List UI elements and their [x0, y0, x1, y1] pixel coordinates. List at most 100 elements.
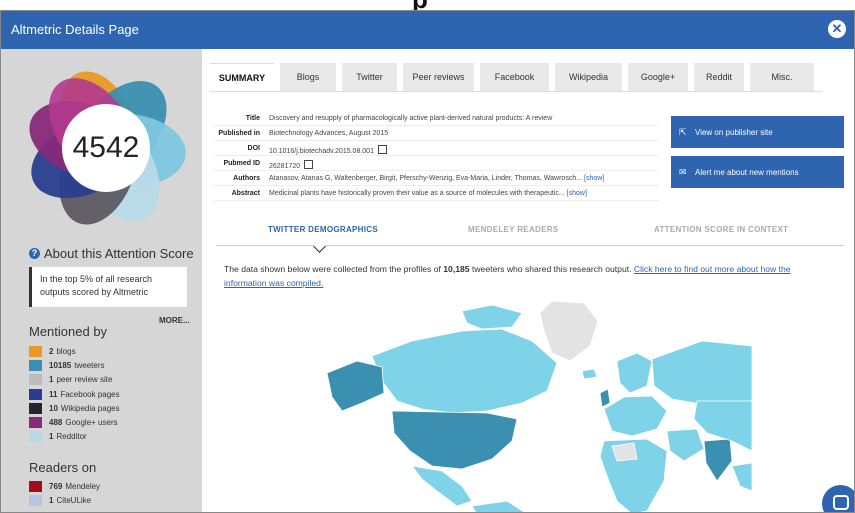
map-region-southeast-asia — [731, 462, 752, 492]
abstract-show-link[interactable]: [show] — [567, 190, 587, 197]
sidebar: 4542 ? About this Attention Score In the… — [1, 49, 202, 512]
meta-row-authors: Authors Atanasov, Atanas G, Waltenberger… — [214, 173, 659, 186]
legend-swatch — [29, 495, 42, 507]
authors-show-link[interactable]: [show] — [584, 175, 604, 182]
map-region-russia — [651, 340, 752, 407]
legend-item[interactable]: 1 Redditor — [29, 431, 87, 443]
map-region-iceland — [581, 368, 598, 380]
alert-mentions-label: Alert me about new mentions — [695, 167, 799, 177]
legend-item[interactable]: 2 blogs — [29, 346, 76, 357]
map-region-south-america — [471, 500, 525, 512]
map-region-usa — [391, 410, 518, 470]
doi-text[interactable]: 10.1016/j.biotechadv.2015.08.001 — [269, 148, 374, 155]
close-icon: ✕ — [831, 21, 843, 36]
desc-prefix: The data shown below were collected from… — [224, 264, 444, 274]
more-link[interactable]: MORE... — [159, 316, 190, 325]
legend-swatch — [29, 431, 42, 443]
tab-google[interactable]: Google+ — [628, 63, 688, 91]
legend-swatch — [29, 388, 42, 400]
meta-row-title: Title Discovery and resupply of pharmaco… — [214, 113, 659, 126]
desc-count: 10,185 — [443, 264, 470, 274]
pubmed-value[interactable]: 26281720 — [269, 160, 314, 170]
external-link-icon[interactable] — [377, 145, 387, 154]
legend-count: 11 — [49, 389, 58, 399]
external-link-icon[interactable] — [304, 160, 314, 169]
legend-count: 769 — [49, 482, 63, 491]
legend-swatch — [29, 481, 42, 492]
meta-row-abstract: Abstract Medicinal plants have historica… — [214, 188, 659, 201]
legend-label: Mendeley — [65, 482, 101, 491]
map-region-scandinavia — [616, 352, 653, 394]
subtab-attention-score-in-context[interactable]: ATTENTION SCORE IN CONTEXT — [654, 225, 788, 234]
mentioned-by-heading: Mentioned by — [29, 324, 108, 339]
readers-on-heading: Readers on — [29, 460, 97, 475]
map-region-uk — [599, 388, 611, 408]
tab-peer-reviews[interactable]: Peer reviews — [403, 63, 474, 91]
legend-swatch — [29, 346, 42, 357]
map-region-north-africa-none — [611, 442, 638, 462]
authors-value: Atanasov, Atanas G, Waltenberger, Birgit… — [269, 175, 604, 182]
abstract-text: Medicinal plants have historically prove… — [269, 190, 565, 197]
world-map — [326, 301, 752, 512]
legend-item[interactable]: 1 CiteULike — [29, 495, 91, 507]
legend-item[interactable]: 1 peer review site — [29, 374, 112, 386]
legend-item[interactable]: 10185 tweeters — [29, 360, 105, 372]
meta-row-published: Published in Biotechnology Advances, Aug… — [214, 128, 659, 141]
legend-label: tweeters — [74, 361, 105, 371]
tab-blogs[interactable]: Blogs — [280, 63, 336, 91]
legend-count: 1 — [49, 375, 54, 385]
legend-item[interactable]: 769 Mendeley — [29, 481, 100, 492]
alert-mentions-button[interactable]: ✉ Alert me about new mentions — [671, 156, 844, 188]
abstract-value: Medicinal plants have historically prove… — [269, 190, 587, 197]
map-region-europe — [603, 395, 668, 437]
tab-twitter[interactable]: Twitter — [342, 63, 397, 91]
question-icon: ? — [29, 248, 40, 259]
legend-swatch — [29, 374, 42, 386]
authors-text: Atanasov, Atanas G, Waltenberger, Birgit… — [269, 175, 583, 182]
about-score-label: About this Attention Score — [44, 246, 194, 261]
doi-value[interactable]: 10.1016/j.biotechadv.2015.08.001 — [269, 145, 387, 155]
legend-label: Facebook pages — [60, 389, 120, 399]
view-publisher-button[interactable]: ⇱ View on publisher site — [671, 116, 844, 148]
about-score-link[interactable]: ? About this Attention Score — [29, 246, 194, 261]
tab-wikipedia[interactable]: Wikipedia — [555, 63, 622, 91]
map-region-mexico — [411, 465, 473, 507]
map-region-canada — [371, 328, 558, 414]
article-title: Discovery and resupply of pharmacologica… — [269, 115, 553, 122]
article-meta: Title Discovery and resupply of pharmaco… — [214, 113, 659, 203]
subtab-divider — [216, 245, 844, 246]
legend-swatch — [29, 360, 42, 372]
legend-item[interactable]: 11 Facebook pages — [29, 388, 120, 400]
tab-bar: SUMMARY Blogs Twitter Peer reviews Facebook W… — [210, 63, 830, 92]
map-region-middle-east — [666, 428, 705, 462]
pubmed-text[interactable]: 26281720 — [269, 163, 300, 170]
tab-facebook[interactable]: Facebook — [480, 63, 549, 91]
legend-count: 10185 — [49, 361, 72, 371]
tab-divider — [210, 91, 822, 92]
legend-item[interactable]: 10 Wikipedia pages — [29, 402, 120, 414]
sub-tab-bar: TWITTER DEMOGRAPHICS MENDELEY READERS ATTE… — [216, 225, 846, 247]
meta-key: Abstract — [231, 190, 260, 197]
close-button[interactable]: ✕ — [828, 20, 846, 38]
desc-suffix: tweeters who shared this research output… — [469, 264, 634, 274]
main-panel: SUMMARY Blogs Twitter Peer reviews Facebook W… — [202, 49, 854, 512]
chat-button[interactable] — [822, 485, 854, 512]
chat-icon — [833, 495, 849, 510]
legend-count: 1 — [49, 496, 54, 506]
attention-score: 4542 — [72, 131, 140, 164]
tab-reddit[interactable]: Reddit — [694, 63, 744, 91]
view-publisher-label: View on publisher site — [695, 127, 773, 137]
subtab-twitter-demographics[interactable]: TWITTER DEMOGRAPHICS — [268, 225, 378, 234]
tab-misc[interactable]: Misc. — [750, 63, 814, 91]
tab-summary[interactable]: SUMMARY — [210, 63, 274, 92]
demographics-description: The data shown below were collected from… — [224, 262, 834, 290]
map-region-india — [703, 438, 733, 482]
details-modal: Altmetric Details Page ✕ 4542 ? About th… — [0, 10, 855, 513]
meta-key: DOI — [247, 145, 260, 152]
article-published: Biotechnology Advances, August 2015 — [269, 130, 389, 137]
legend-swatch — [29, 402, 42, 414]
meta-key: Pubmed ID — [223, 160, 260, 167]
legend-item[interactable]: 488 Google+ users — [29, 417, 118, 428]
subtab-mendeley-readers[interactable]: MENDELEY READERS — [468, 225, 558, 234]
meta-row-pubmed: Pubmed ID 26281720 — [214, 158, 659, 171]
